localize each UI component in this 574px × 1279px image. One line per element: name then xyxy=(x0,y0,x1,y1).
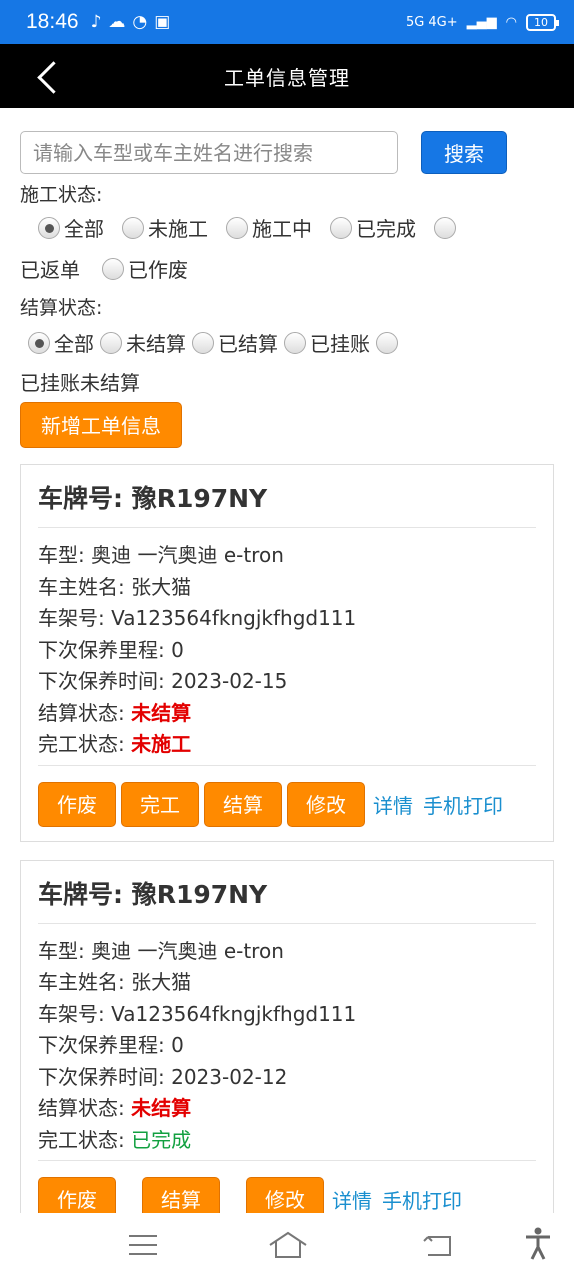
radio-icon xyxy=(102,257,124,280)
search-input[interactable] xyxy=(20,131,398,174)
work-status-group-2: 已返单 已作废 xyxy=(20,254,554,283)
radio-icon xyxy=(434,216,456,239)
field-vin: 车架号: Va123564fkngjkfhgd111 xyxy=(38,1001,357,1026)
main-content: 搜索 施工状态: 全部 未施工 施工中 已完成 已返单 已作废 结算状态: 全部… xyxy=(0,131,574,1237)
battery-icon: 10 xyxy=(526,13,559,31)
radio-icon xyxy=(192,331,214,354)
card-actions: 作废 完工 结算 修改 详情 手机打印 xyxy=(38,781,536,827)
field-mileage: 下次保养里程: 0 xyxy=(38,637,184,662)
field-next-time: 下次保养时间: 2023-02-12 xyxy=(38,1064,288,1089)
edit-button[interactable]: 修改 xyxy=(287,781,365,827)
work-status-not-started[interactable]: 未施工 xyxy=(122,213,208,242)
work-status-returned-label: 已返单 xyxy=(20,258,80,282)
back-icon[interactable] xyxy=(422,1231,454,1259)
app-icon: ▣ xyxy=(154,12,171,32)
radio-icon xyxy=(100,331,122,354)
work-status-label: 施工状态: xyxy=(20,184,103,206)
card-fields: 车型: 奥迪 一汽奥迪 e-tron 车主姓名: 张大猫 车架号: Va1235… xyxy=(38,540,536,766)
back-chevron-icon[interactable] xyxy=(36,62,64,90)
settle-status-settled[interactable]: 已结算 xyxy=(192,328,278,357)
work-status-completed[interactable]: 已完成 xyxy=(330,213,416,242)
accessibility-icon[interactable] xyxy=(524,1227,552,1261)
work-order-card: 车牌号: 豫R197NY 车型: 奥迪 一汽奥迪 e-tron 车主姓名: 张大… xyxy=(20,464,554,842)
card-fields: 车型: 奥迪 一汽奥迪 e-tron 车主姓名: 张大猫 车架号: Va1235… xyxy=(38,936,536,1161)
field-next-time: 下次保养时间: 2023-02-15 xyxy=(38,669,288,693)
field-model: 车型: 奥迪 一汽奥迪 e-tron xyxy=(38,938,284,963)
status-badge: 已完成 xyxy=(131,1127,192,1152)
radio-icon xyxy=(376,331,398,354)
settle-status-group-2: 已挂账未结算 xyxy=(20,367,554,396)
field-finish-status: 完工状态: 未施工 xyxy=(38,732,192,756)
settle-status-group: 全部 未结算 已结算 已挂账 xyxy=(20,328,554,357)
mobile-print-link[interactable]: 手机打印 xyxy=(423,790,503,819)
field-owner: 车主姓名: 张大猫 xyxy=(38,970,192,994)
card-plate: 车牌号: 豫R197NY xyxy=(38,479,536,528)
search-row: 搜索 xyxy=(20,131,554,174)
field-mileage: 下次保养里程: 0 xyxy=(38,1033,184,1057)
field-vin: 车架号: Va123564fkngjkfhgd111 xyxy=(38,606,357,630)
work-status-group: 全部 未施工 施工中 已完成 xyxy=(20,213,554,242)
complete-button[interactable]: 完工 xyxy=(121,781,199,827)
system-navigation-bar xyxy=(0,1213,574,1279)
home-icon[interactable] xyxy=(268,1231,308,1259)
settle-status-on-account-unsettled-label: 已挂账未结算 xyxy=(20,371,140,395)
work-status-void[interactable]: 已作废 xyxy=(102,254,188,283)
menu-icon[interactable] xyxy=(128,1233,158,1257)
field-owner: 车主姓名: 张大猫 xyxy=(38,574,192,599)
field-finish-status: 完工状态: 已完成 xyxy=(38,1127,192,1152)
navbar: 工单信息管理 xyxy=(0,44,574,108)
add-work-order-button[interactable]: 新增工单信息 xyxy=(20,402,182,448)
radio-checked-icon xyxy=(38,216,60,239)
radio-icon xyxy=(330,216,352,239)
work-status-in-progress[interactable]: 施工中 xyxy=(226,213,312,242)
field-model: 车型: 奥迪 一汽奥迪 e-tron xyxy=(38,543,284,567)
status-badge: 未结算 xyxy=(131,700,192,725)
mobile-print-link[interactable]: 手机打印 xyxy=(382,1185,462,1214)
work-status-returned-radio[interactable] xyxy=(434,216,460,239)
status-bar: 18:46 ♪ ☁ ◔ ▣ 5G 4G+ ▂▄▆ ◠ 10 xyxy=(0,0,574,44)
radio-icon xyxy=(284,331,306,354)
work-order-card: 车牌号: 豫R197NY 车型: 奥迪 一汽奥迪 e-tron 车主姓名: 张大… xyxy=(20,859,554,1237)
radio-icon xyxy=(122,216,144,239)
field-settle-status: 结算状态: 未结算 xyxy=(38,700,192,725)
cloud-icon: ☁ xyxy=(108,12,126,32)
status-badge: 未结算 xyxy=(131,1096,192,1120)
status-time: 18:46 xyxy=(26,10,79,33)
radio-icon xyxy=(226,216,248,239)
settle-status-all[interactable]: 全部 xyxy=(28,328,94,357)
signal-icon: ▂▄▆ xyxy=(466,14,497,30)
settle-button[interactable]: 结算 xyxy=(204,781,282,827)
search-button[interactable]: 搜索 xyxy=(421,131,507,174)
settle-status-on-account[interactable]: 已挂账 xyxy=(284,328,370,357)
settle-status-on-account-unsettled-radio[interactable] xyxy=(376,331,402,354)
wifi-icon: ◠ xyxy=(505,14,517,30)
status-badge: 未施工 xyxy=(131,732,192,756)
network-icon: 5G 4G+ xyxy=(405,14,458,30)
settle-status-label: 结算状态: xyxy=(20,297,103,319)
card-plate: 车牌号: 豫R197NY xyxy=(38,875,536,924)
details-link[interactable]: 详情 xyxy=(332,1185,372,1214)
settle-status-unsettled[interactable]: 未结算 xyxy=(100,328,186,357)
radio-checked-icon xyxy=(28,331,50,354)
compass-icon: ◔ xyxy=(132,12,148,32)
details-link[interactable]: 详情 xyxy=(373,790,413,819)
void-button[interactable]: 作废 xyxy=(38,781,116,827)
page-title: 工单信息管理 xyxy=(224,65,350,90)
tiktok-icon: ♪ xyxy=(90,12,102,32)
work-status-all[interactable]: 全部 xyxy=(38,213,104,242)
field-settle-status: 结算状态: 未结算 xyxy=(38,1096,192,1120)
